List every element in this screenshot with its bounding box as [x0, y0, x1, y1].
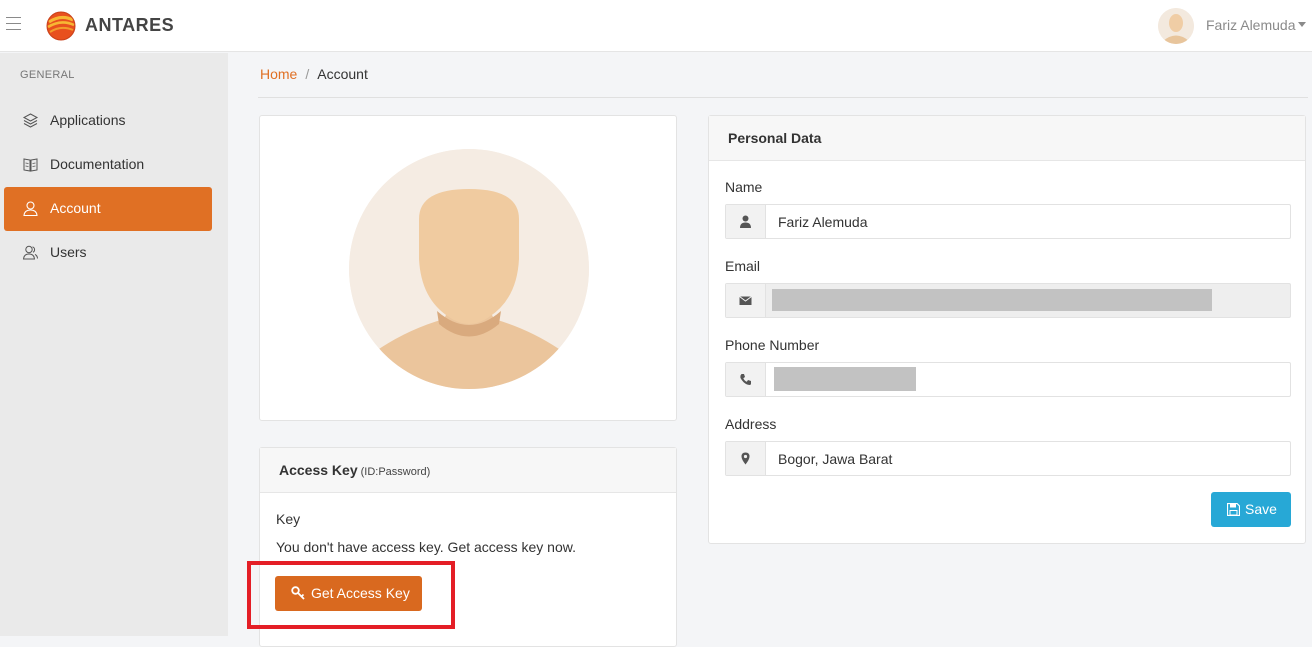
breadcrumb-current: Account — [317, 66, 368, 82]
user-name: Fariz Alemuda — [1206, 17, 1296, 33]
sidebar-item-applications[interactable]: Applications — [4, 99, 212, 143]
sidebar-item-account[interactable]: Account — [4, 187, 212, 231]
name-field[interactable]: Fariz Alemuda — [725, 204, 1291, 239]
divider — [258, 97, 1308, 98]
address-label: Address — [725, 416, 777, 432]
phone-icon — [740, 374, 751, 385]
address-value: Bogor, Jawa Barat — [778, 451, 893, 467]
key-icon — [291, 586, 305, 600]
sidebar-item-documentation[interactable]: Documentation — [4, 143, 212, 187]
address-field[interactable]: Bogor, Jawa Barat — [725, 441, 1291, 476]
access-key-title-text: Access Key — [279, 462, 358, 478]
user-icon — [740, 215, 751, 228]
sidebar-heading: GENERAL — [20, 69, 75, 81]
user-icon — [23, 201, 38, 217]
profile-photo-card — [259, 115, 677, 421]
breadcrumb-home-link[interactable]: Home — [260, 66, 297, 82]
user-menu[interactable]: Fariz Alemuda — [1152, 0, 1312, 52]
floppy-disk-icon — [1227, 503, 1240, 516]
users-icon — [22, 245, 38, 260]
phone-addon — [726, 363, 766, 396]
personal-data-card: Personal Data Name Fariz Alemuda Email P… — [708, 115, 1306, 544]
redacted-email — [772, 289, 1212, 311]
email-field[interactable] — [725, 283, 1291, 318]
avatar — [1158, 8, 1194, 44]
email-label: Email — [725, 258, 761, 274]
personal-data-title: Personal Data — [728, 130, 822, 146]
name-value: Fariz Alemuda — [778, 214, 868, 230]
key-label: Key — [276, 511, 301, 527]
hamburger-menu-icon[interactable] — [6, 17, 21, 33]
get-access-key-label: Get Access Key — [311, 585, 410, 601]
sidebar: GENERAL Applications Documentation Accou… — [0, 53, 228, 636]
antares-logo-icon — [46, 11, 76, 41]
email-addon — [726, 284, 766, 317]
book-icon — [23, 158, 38, 172]
save-button[interactable]: Save — [1211, 492, 1291, 527]
access-key-message: You don't have access key. Get access ke… — [276, 539, 576, 555]
profile-avatar[interactable] — [349, 149, 589, 389]
breadcrumb-separator: / — [305, 66, 310, 82]
avatar-placeholder-icon — [349, 149, 589, 389]
breadcrumb: Home / Account — [260, 66, 368, 82]
layers-icon — [22, 113, 39, 128]
chevron-down-icon — [1298, 22, 1306, 27]
phone-field[interactable] — [725, 362, 1291, 397]
sidebar-item-label: Account — [50, 200, 101, 216]
access-key-subtitle: (ID:Password) — [360, 466, 431, 478]
redacted-phone — [774, 367, 916, 391]
sidebar-item-label: Documentation — [50, 156, 145, 172]
card-header: Personal Data — [709, 116, 1305, 161]
sidebar-item-label: Applications — [50, 112, 126, 128]
brand-name[interactable]: ANTARES — [85, 15, 174, 36]
name-addon — [726, 205, 766, 238]
card-header: Access Key (ID:Password) — [260, 448, 676, 493]
save-label: Save — [1245, 501, 1277, 517]
sidebar-item-label: Users — [50, 244, 87, 260]
map-marker-icon — [741, 452, 750, 465]
address-addon — [726, 442, 766, 475]
sidebar-item-users[interactable]: Users — [4, 231, 212, 275]
top-navbar: ANTARES Fariz Alemuda — [0, 0, 1312, 52]
envelope-icon — [739, 296, 752, 305]
name-label: Name — [725, 179, 763, 195]
get-access-key-button[interactable]: Get Access Key — [275, 576, 422, 611]
access-key-title: Access Key (ID:Password) — [279, 462, 430, 478]
phone-label: Phone Number — [725, 337, 820, 353]
